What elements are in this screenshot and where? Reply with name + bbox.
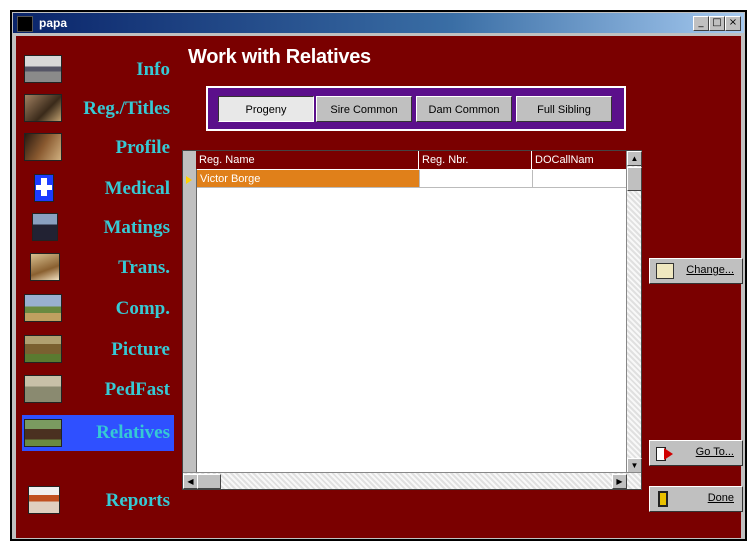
close-button[interactable]: × [725,16,741,31]
relation-tabs: Progeny Sire Common Dam Common Full Sibl… [206,86,626,131]
nav-label: Reg./Titles [83,98,170,119]
page-title: Work with Relatives [188,46,371,68]
table-cell-reg-name[interactable]: Victor Borge [197,170,420,188]
nav-label: Picture [111,339,170,360]
horse-head-icon [30,253,60,281]
scroll-down-icon[interactable]: ▼ [627,458,642,473]
nav-label: Reports [105,490,170,511]
horse-field-icon [24,335,62,363]
client-area: Info Reg./Titles Profile Medical Matings… [16,36,743,538]
window-title: papa [39,16,68,30]
nav-label: Trans. [118,257,170,278]
nav-label: Comp. [115,298,170,319]
maximize-button[interactable]: □ [709,16,725,31]
medical-cross-icon [34,174,54,202]
jumping-icon [24,294,62,322]
nav-item-pedfast[interactable]: PedFast [22,372,174,406]
app-icon[interactable] [17,16,33,32]
vertical-scrollbar[interactable]: ▲ ▼ [626,151,642,473]
nav-label: Matings [103,217,171,238]
column-docallnam[interactable]: DOCallNam [532,151,628,169]
title-bar[interactable]: papa _ □ × [13,13,744,33]
scroll-right-icon[interactable]: ▶ [612,474,627,489]
nav-label: Medical [104,178,170,199]
horses-icon [24,375,62,403]
nav-label: PedFast [104,379,170,400]
goto-arrow-icon [656,445,674,461]
horizontal-scrollbar[interactable]: ◀ ▶ [183,472,641,489]
nav-item-trans[interactable]: Trans. [22,250,174,284]
nav-item-comp[interactable]: Comp. [22,291,174,325]
table-cell-docallnam[interactable] [533,170,628,188]
nav-item-relatives[interactable]: Relatives [22,415,174,451]
relatives-grid[interactable]: Reg. Name Reg. Nbr. DOCallNam Victor Bor… [182,150,642,490]
scroll-left-icon[interactable]: ◀ [183,474,198,489]
nav-item-matings[interactable]: Matings [22,210,174,244]
nav-item-medical[interactable]: Medical [22,171,174,205]
column-header: Reg. Name Reg. Nbr. DOCallNam [196,151,628,169]
nav-item-picture[interactable]: Picture [22,332,174,366]
horse-head-icon [24,133,62,161]
hscroll-thumb[interactable] [197,474,221,489]
column-reg-nbr[interactable]: Reg. Nbr. [419,151,532,169]
scroll-thumb[interactable] [627,167,642,191]
application-window: papa _ □ × Info Reg./Titles Profile Medi… [10,10,747,541]
column-reg-name[interactable]: Reg. Name [196,151,419,169]
horse-group-icon [24,419,62,447]
nav-label: Relatives [96,422,170,443]
change-icon [656,263,674,279]
nav-item-reg-titles[interactable]: Reg./Titles [22,91,174,125]
table-cell-reg-nbr[interactable] [420,170,533,188]
goto-button[interactable]: Go To... [649,440,743,466]
current-row-icon [186,176,192,184]
tab-sire-common[interactable]: Sire Common [316,96,412,122]
nav-item-profile[interactable]: Profile [22,130,174,164]
tab-full-sibling[interactable]: Full Sibling [516,96,612,122]
nav-item-reports[interactable]: Reports [22,483,174,517]
reports-icon [28,486,60,514]
tab-progeny[interactable]: Progeny [218,96,314,122]
scroll-up-icon[interactable]: ▲ [627,151,642,166]
minimize-button[interactable]: _ [693,16,709,31]
stable-icon [24,55,62,83]
nav-label: Profile [115,137,170,158]
tab-dam-common[interactable]: Dam Common [416,96,512,122]
change-button[interactable]: Change... [649,258,743,284]
horse-icon [24,94,62,122]
done-button[interactable]: Done [649,486,743,512]
nav-label: Info [136,59,170,80]
horses-icon [32,213,58,241]
row-header [183,151,197,489]
nav-item-info[interactable]: Info [22,52,174,86]
door-icon [658,491,668,507]
